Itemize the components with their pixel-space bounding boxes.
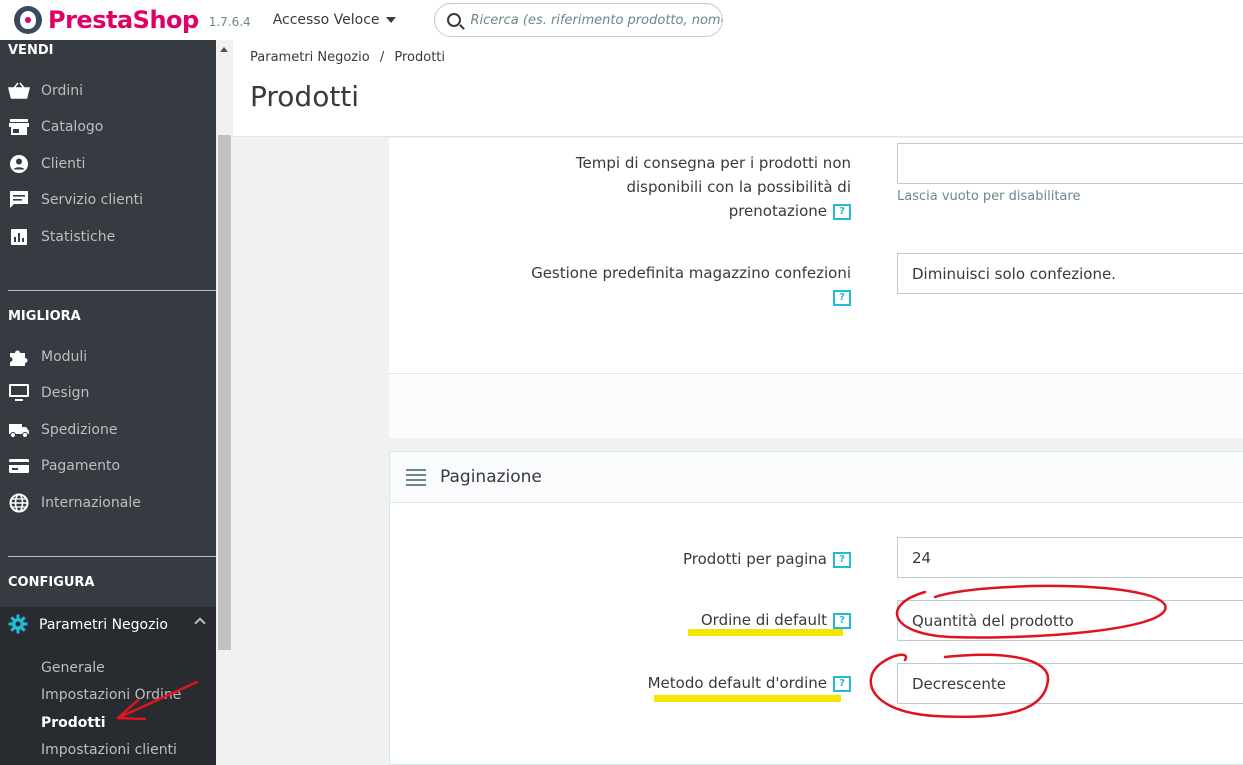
monitor-icon <box>8 384 30 402</box>
puffin-logo-icon <box>14 6 42 34</box>
sidebar-item-label: Internazionale <box>41 495 141 511</box>
delivery-time-input[interactable] <box>897 143 1243 184</box>
field-label-pack-stock: Gestione predefinita magazzino confezion… <box>531 261 851 309</box>
sidebar-item-label: Moduli <box>41 349 88 365</box>
chevron-up-icon <box>194 617 206 629</box>
sidebar-item-label: Parametri Negozio <box>39 617 168 633</box>
sidebar-item-pagamento[interactable]: Pagamento <box>8 457 120 475</box>
sidebar-item-ordini[interactable]: Ordini <box>8 82 83 100</box>
page-header: Parametri Negozio / Prodotti Prodotti <box>233 40 1243 137</box>
sidebar-item-statistiche[interactable]: Statistiche <box>8 228 115 246</box>
logo-text: PrestaShop <box>48 6 199 34</box>
label-line: prenotazione? <box>576 199 851 223</box>
breadcrumb-link[interactable]: Parametri Negozio <box>250 50 370 65</box>
field-hint: Lascia vuoto per disabilitare <box>897 189 1081 204</box>
label-line: Gestione predefinita magazzino confezion… <box>531 264 851 282</box>
breadcrumb: Parametri Negozio / Prodotti <box>250 50 445 65</box>
help-icon[interactable]: ? <box>833 612 851 629</box>
sidebar-divider <box>8 290 216 291</box>
section-title-migliora: MIGLIORA <box>8 309 81 324</box>
puzzle-icon <box>8 348 30 366</box>
field-label-delivery-time: Tempi di consegna per i prodotti non dis… <box>576 151 851 223</box>
submenu-generale[interactable]: Generale <box>41 660 105 676</box>
help-icon[interactable]: ? <box>833 289 851 306</box>
label-line: Tempi di consegna per i prodotti non <box>575 154 851 172</box>
prestashop-logo[interactable]: PrestaShop <box>14 6 199 34</box>
label-text: Prodotti per pagina <box>683 550 827 568</box>
sidebar-item-label: Ordini <box>41 83 84 99</box>
truck-icon <box>8 421 30 439</box>
top-header: PrestaShop 1.7.6.4 Accesso Veloce Ricerc… <box>0 0 1243 40</box>
quick-access-dropdown[interactable]: Accesso Veloce <box>273 12 396 28</box>
quick-access-label: Accesso Veloce <box>272 12 380 28</box>
sidebar-item-catalogo[interactable]: Catalogo <box>8 118 103 136</box>
caret-down-icon <box>385 17 396 23</box>
store-icon <box>8 118 30 136</box>
basket-icon <box>8 82 30 100</box>
submenu-prodotti[interactable]: Prodotti <box>41 715 106 731</box>
globe-icon <box>8 493 30 513</box>
gear-icon <box>8 614 28 637</box>
sidebar-item-label: Catalogo <box>41 119 104 135</box>
scroll-up-arrow-icon[interactable] <box>220 47 228 52</box>
sidebar-item-design[interactable]: Design <box>8 384 89 402</box>
sidebar-item-spedizione[interactable]: Spedizione <box>8 421 117 439</box>
version-label: 1.7.6.4 <box>208 15 251 29</box>
sidebar-item-label: Spedizione <box>41 422 118 438</box>
sidebar-item-parametri-negozio[interactable]: Parametri Negozio <box>0 607 216 643</box>
sidebar-item-label: Statistiche <box>41 229 116 245</box>
label-text: Metodo default d'ordine <box>647 674 827 692</box>
submenu-impostazioni-clienti[interactable]: Impostazioni clienti <box>41 742 177 758</box>
default-order-method-select[interactable]: Decrescente <box>897 663 1243 704</box>
help-icon[interactable]: ? <box>833 675 851 692</box>
section-title-configura: CONFIGURA <box>8 575 95 590</box>
breadcrumb-separator: / <box>379 50 385 65</box>
field-label-default-order: Ordine di default? <box>701 608 851 632</box>
sidebar-item-clienti[interactable]: Clienti <box>8 155 85 173</box>
user-icon <box>8 155 30 173</box>
label-line: ? <box>531 285 851 309</box>
sidebar-item-label: Pagamento <box>41 458 121 474</box>
panel-footer <box>389 373 1243 438</box>
sidebar-item-label: Servizio clienti <box>41 192 144 208</box>
breadcrumb-current: Prodotti <box>394 50 446 65</box>
chat-icon <box>8 191 30 209</box>
sidebar-nav: VENDI Ordini Catalogo Clienti Servizio c… <box>0 40 216 765</box>
sidebar-item-label: Clienti <box>41 156 86 172</box>
sidebar-item-label: Design <box>41 385 90 401</box>
card-icon <box>8 457 30 475</box>
chart-icon <box>8 228 30 246</box>
sidebar-item-moduli[interactable]: Moduli <box>8 348 87 366</box>
yellow-highlight <box>654 695 841 702</box>
label-line: disponibili con la possibilità di <box>626 178 851 196</box>
pagination-panel-header: Paginazione <box>389 451 1243 503</box>
scrollbar-thumb[interactable] <box>218 135 231 650</box>
field-label-products-per-page: Prodotti per pagina? <box>683 547 851 571</box>
search-input[interactable]: Ricerca (es. riferimento prodotto, nome <box>433 3 723 37</box>
help-icon[interactable]: ? <box>833 551 851 568</box>
pack-stock-select[interactable]: Diminuisci solo confezione. <box>897 253 1243 294</box>
search-placeholder: Ricerca (es. riferimento prodotto, nome <box>470 12 723 28</box>
panel-title: Paginazione <box>440 467 542 487</box>
label-text: Ordine di default <box>700 611 827 629</box>
submenu-impostazioni-ordine[interactable]: Impostazioni Ordine <box>41 687 181 703</box>
search-icon <box>446 13 461 27</box>
section-title-vendi: VENDI <box>8 43 54 58</box>
list-icon <box>406 466 426 489</box>
page-title: Prodotti <box>250 80 360 113</box>
products-per-page-input[interactable]: 24 <box>897 537 1243 578</box>
default-order-select[interactable]: Quantità del prodotto <box>897 600 1243 641</box>
sidebar-divider <box>8 556 216 557</box>
help-icon[interactable]: ? <box>833 203 851 220</box>
sidebar-item-internazionale[interactable]: Internazionale <box>8 493 141 513</box>
field-label-default-order-method: Metodo default d'ordine? <box>648 671 851 695</box>
sidebar-item-servizio-clienti[interactable]: Servizio clienti <box>8 191 143 209</box>
label-line-text: prenotazione <box>728 202 827 220</box>
